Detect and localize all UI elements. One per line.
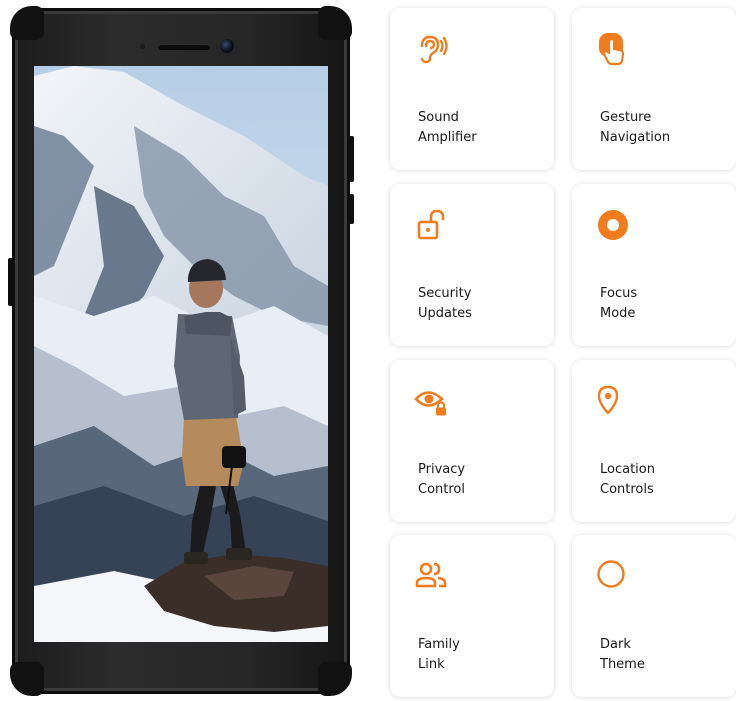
feature-label: Privacy: [418, 462, 466, 477]
corner-bumper: [318, 6, 352, 40]
earpiece-speaker: [158, 44, 210, 50]
front-camera: [220, 39, 234, 53]
mountain-hiker-image: [34, 66, 328, 642]
ear-sound-icon: [414, 32, 448, 66]
eye-lock-icon: [414, 384, 448, 418]
focus-dot-icon: [596, 208, 630, 242]
feature-card-gesture-navigation: Gesture Navigation: [572, 8, 736, 170]
corner-bumper: [10, 6, 44, 40]
volume-button: [349, 136, 354, 182]
corner-bumper: [10, 662, 44, 696]
feature-label: Mode: [600, 306, 636, 321]
feature-card-focus-mode: Focus Mode: [572, 184, 736, 346]
rugged-phone: [8, 6, 354, 696]
unlock-icon: [414, 208, 448, 242]
side-key: [8, 258, 13, 306]
feature-card-sound-amplifier: Sound Amplifier: [390, 8, 554, 170]
feature-card-family-link: Family Link: [390, 535, 554, 697]
feature-label: Location: [600, 462, 655, 477]
feature-label: Dark: [600, 637, 631, 652]
feature-label: Updates: [418, 306, 472, 321]
power-button: [349, 194, 354, 224]
family-people-icon: [414, 559, 448, 593]
feature-card-dark-theme: Dark Theme: [572, 535, 736, 697]
feature-card-location-controls: Location Controls: [572, 360, 736, 522]
feature-card-privacy-control: Privacy Control: [390, 360, 554, 522]
feature-label: Link: [418, 657, 445, 672]
feature-label: Controls: [600, 482, 654, 497]
feature-label: Navigation: [600, 130, 671, 145]
circle-outline-icon: [596, 559, 630, 593]
feature-label: Control: [418, 482, 465, 497]
proximity-sensor: [140, 44, 145, 49]
feature-label: Amplifier: [418, 130, 477, 145]
feature-label: Theme: [600, 657, 645, 672]
location-pin-icon: [596, 384, 630, 418]
feature-label: Family: [418, 637, 460, 652]
feature-card-security-updates: Security Updates: [390, 184, 554, 346]
hand-tap-icon: [596, 32, 630, 66]
corner-bumper: [318, 662, 352, 696]
feature-label: Focus: [600, 286, 638, 301]
feature-label: Security: [418, 286, 472, 301]
phone-screen-wallpaper: [34, 66, 328, 642]
feature-label: Gesture: [600, 110, 652, 125]
feature-label: Sound: [418, 110, 459, 125]
